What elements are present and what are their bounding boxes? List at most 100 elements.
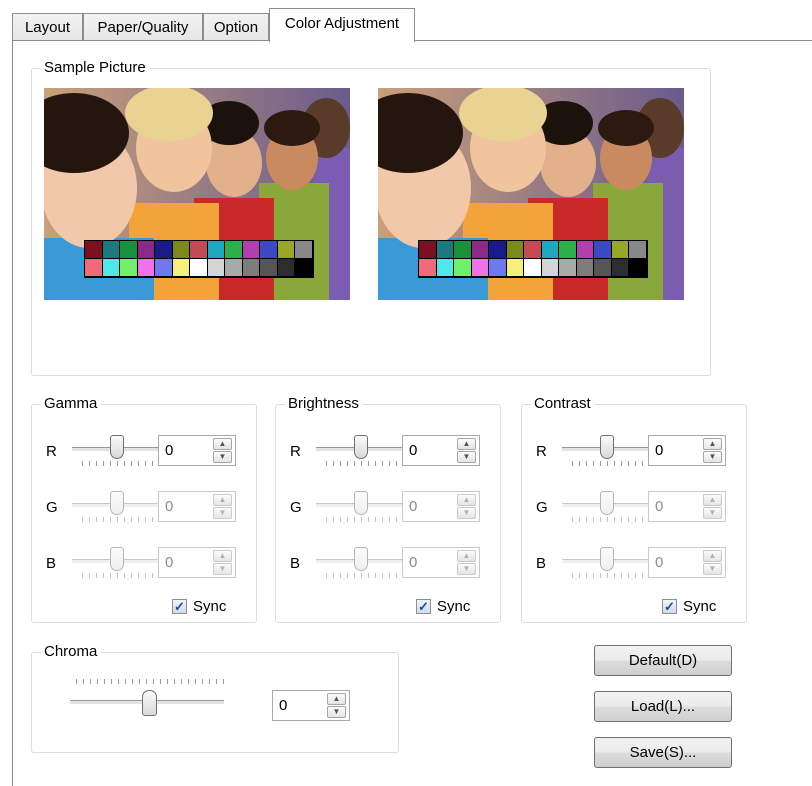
- brightness-r-spinbox[interactable]: 0 ▲ ▼: [402, 435, 480, 466]
- spin-up-icon[interactable]: ▲: [457, 494, 476, 506]
- color-swatch: [225, 241, 243, 259]
- checkmark-icon[interactable]: ✓: [662, 599, 677, 614]
- spin-up-icon[interactable]: ▲: [703, 494, 722, 506]
- spin-down-icon[interactable]: ▼: [213, 451, 232, 463]
- slider-thumb[interactable]: [600, 491, 614, 515]
- color-swatch: [576, 241, 594, 259]
- checkmark-icon[interactable]: ✓: [416, 599, 431, 614]
- color-swatch: [541, 241, 559, 259]
- tab-layout[interactable]: Layout: [12, 13, 83, 40]
- slider-ticks: [82, 517, 154, 522]
- color-swatch: [137, 241, 155, 259]
- color-swatch: [524, 259, 542, 277]
- contrast-sync-checkbox[interactable]: ✓ Sync: [662, 598, 716, 615]
- spin-up-icon[interactable]: ▲: [457, 438, 476, 450]
- spin-up-icon[interactable]: ▲: [213, 438, 232, 450]
- save-button[interactable]: Save(S)...: [594, 737, 732, 768]
- spin-up-icon[interactable]: ▲: [213, 550, 232, 562]
- contrast-g-slider[interactable]: [562, 489, 654, 529]
- contrast-r-slider[interactable]: [562, 433, 654, 473]
- brightness-r-value[interactable]: 0: [409, 442, 449, 459]
- chroma-spinbox[interactable]: 0 ▲ ▼: [272, 690, 350, 721]
- gamma-r-spinbox[interactable]: 0 ▲ ▼: [158, 435, 236, 466]
- contrast-g-value[interactable]: 0: [655, 498, 695, 515]
- chroma-slider-thumb[interactable]: [142, 690, 157, 716]
- spin-down-icon[interactable]: ▼: [703, 451, 722, 463]
- chroma-spin-up-icon[interactable]: ▲: [327, 693, 346, 705]
- color-swatch: [436, 259, 454, 277]
- brightness-r-slider[interactable]: [316, 433, 408, 473]
- brightness-b-slider[interactable]: [316, 545, 408, 585]
- spin-up-icon[interactable]: ▲: [703, 550, 722, 562]
- slider-thumb[interactable]: [354, 547, 368, 571]
- slider-ticks: [82, 573, 154, 578]
- sample-image-adjusted: [378, 88, 684, 300]
- gamma-g-spinbox[interactable]: 0 ▲ ▼: [158, 491, 236, 522]
- color-swatch: [559, 241, 577, 259]
- brightness-g-spinbox[interactable]: 0 ▲ ▼: [402, 491, 480, 522]
- checkmark-icon[interactable]: ✓: [172, 599, 187, 614]
- tab-color-adjustment[interactable]: Color Adjustment: [269, 8, 415, 42]
- gamma-b-slider[interactable]: [72, 545, 164, 585]
- spin-down-icon[interactable]: ▼: [213, 507, 232, 519]
- slider-thumb[interactable]: [354, 435, 368, 459]
- spin-up-icon[interactable]: ▲: [457, 550, 476, 562]
- tab-paper-quality[interactable]: Paper/Quality: [83, 13, 203, 40]
- slider-thumb[interactable]: [600, 435, 614, 459]
- color-swatch: [471, 259, 489, 277]
- contrast-r-value[interactable]: 0: [655, 442, 695, 459]
- contrast-r-spinbox[interactable]: 0 ▲ ▼: [648, 435, 726, 466]
- color-swatch: [85, 259, 103, 277]
- contrast-title: Contrast: [531, 394, 594, 414]
- contrast-sync-label: Sync: [683, 598, 717, 615]
- spin-down-icon[interactable]: ▼: [703, 507, 722, 519]
- tab-option[interactable]: Option: [203, 13, 269, 40]
- slider-ticks: [326, 517, 398, 522]
- contrast-b-spinbox[interactable]: 0 ▲ ▼: [648, 547, 726, 578]
- contrast-g-label: G: [536, 499, 548, 516]
- slider-thumb[interactable]: [110, 491, 124, 515]
- gamma-sync-checkbox[interactable]: ✓ Sync: [172, 598, 226, 615]
- color-swatch: [489, 259, 507, 277]
- color-swatch: [172, 259, 190, 277]
- slider-thumb[interactable]: [110, 547, 124, 571]
- chroma-spin-down-icon[interactable]: ▼: [327, 706, 346, 718]
- spin-down-icon[interactable]: ▼: [213, 563, 232, 575]
- color-swatch: [436, 241, 454, 259]
- default-button[interactable]: Default(D): [594, 645, 732, 676]
- brightness-sync-checkbox[interactable]: ✓ Sync: [416, 598, 470, 615]
- color-swatch: [629, 259, 647, 277]
- chroma-value[interactable]: 0: [279, 697, 319, 714]
- spin-up-icon[interactable]: ▲: [213, 494, 232, 506]
- gamma-g-slider[interactable]: [72, 489, 164, 529]
- brightness-g-value[interactable]: 0: [409, 498, 449, 515]
- color-swatch: [611, 259, 629, 277]
- gamma-r-slider[interactable]: [72, 433, 164, 473]
- spin-down-icon[interactable]: ▼: [457, 507, 476, 519]
- color-swatch: [541, 259, 559, 277]
- contrast-b-slider[interactable]: [562, 545, 654, 585]
- brightness-b-value[interactable]: 0: [409, 554, 449, 571]
- spin-down-icon[interactable]: ▼: [457, 451, 476, 463]
- slider-thumb[interactable]: [110, 435, 124, 459]
- color-swatch: [242, 241, 260, 259]
- brightness-b-spinbox[interactable]: 0 ▲ ▼: [402, 547, 480, 578]
- color-swatch: [559, 259, 577, 277]
- color-swatch: [419, 259, 437, 277]
- tab-strip: Layout Paper/Quality Option Color Adjust…: [0, 0, 812, 42]
- spin-down-icon[interactable]: ▼: [703, 563, 722, 575]
- contrast-g-spinbox[interactable]: 0 ▲ ▼: [648, 491, 726, 522]
- spin-up-icon[interactable]: ▲: [703, 438, 722, 450]
- slider-thumb[interactable]: [600, 547, 614, 571]
- tab-option-label: Option: [213, 18, 259, 36]
- spin-down-icon[interactable]: ▼: [457, 563, 476, 575]
- contrast-b-value[interactable]: 0: [655, 554, 695, 571]
- gamma-b-spinbox[interactable]: 0 ▲ ▼: [158, 547, 236, 578]
- gamma-b-value[interactable]: 0: [165, 554, 205, 571]
- gamma-r-value[interactable]: 0: [165, 442, 205, 459]
- color-swatch: [260, 241, 278, 259]
- gamma-g-value[interactable]: 0: [165, 498, 205, 515]
- load-button[interactable]: Load(L)...: [594, 691, 732, 722]
- brightness-g-slider[interactable]: [316, 489, 408, 529]
- slider-thumb[interactable]: [354, 491, 368, 515]
